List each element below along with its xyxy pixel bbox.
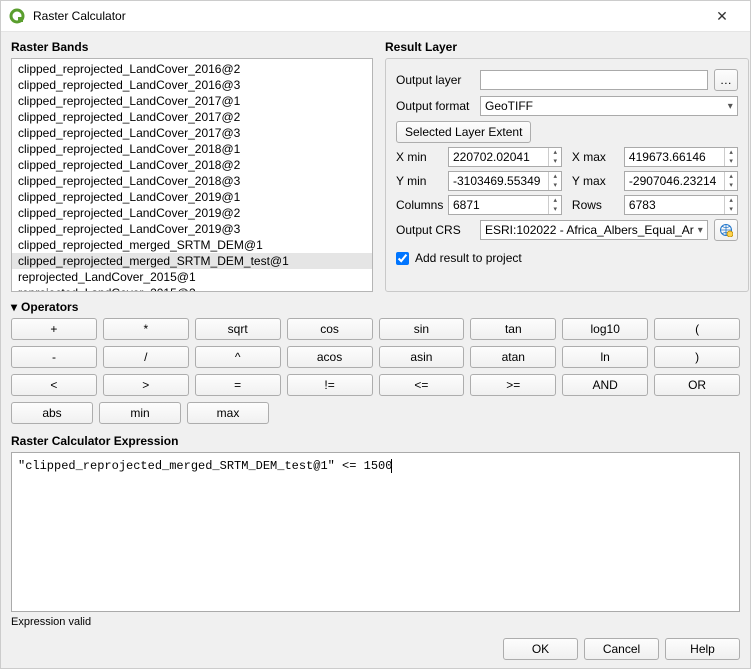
add-result-label[interactable]: Add result to project	[415, 251, 522, 265]
raster-band-item[interactable]: clipped_reprojected_merged_SRTM_DEM@1	[12, 237, 372, 253]
operator-button[interactable]: >=	[470, 374, 556, 396]
output-layer-browse-button[interactable]: …	[714, 69, 738, 91]
operator-button[interactable]: atan	[470, 346, 556, 368]
close-button[interactable]: ✕	[702, 8, 742, 25]
raster-band-item[interactable]: clipped_reprojected_LandCover_2017@1	[12, 93, 372, 109]
ymax-input[interactable]: ▴▾	[624, 171, 738, 191]
qgis-icon	[9, 8, 25, 24]
raster-band-item[interactable]: clipped_reprojected_LandCover_2016@2	[12, 61, 372, 77]
operator-button[interactable]: )	[654, 346, 740, 368]
raster-band-item[interactable]: clipped_reprojected_LandCover_2016@3	[12, 77, 372, 93]
operators-heading: Operators	[21, 300, 78, 314]
raster-bands-list[interactable]: clipped_reprojected_LandCover_2016@2clip…	[11, 58, 373, 292]
operator-button[interactable]: *	[103, 318, 189, 340]
columns-label: Columns	[396, 198, 442, 212]
triangle-down-icon: ▾	[11, 300, 17, 314]
operator-button[interactable]: log10	[562, 318, 648, 340]
raster-band-item[interactable]: clipped_reprojected_LandCover_2019@3	[12, 221, 372, 237]
cancel-button[interactable]: Cancel	[584, 638, 659, 660]
operator-button[interactable]: asin	[379, 346, 465, 368]
output-format-combo[interactable]: GeoTIFF ▾	[480, 96, 738, 116]
raster-band-item[interactable]: clipped_reprojected_LandCover_2018@2	[12, 157, 372, 173]
operator-button[interactable]: !=	[287, 374, 373, 396]
output-crs-value: ESRI:102022 - Africa_Albers_Equal_Ar	[485, 223, 694, 237]
expression-heading: Raster Calculator Expression	[11, 434, 740, 448]
ok-button[interactable]: OK	[503, 638, 578, 660]
operator-button[interactable]: abs	[11, 402, 93, 424]
operator-button[interactable]: /	[103, 346, 189, 368]
raster-band-item[interactable]: clipped_reprojected_LandCover_2018@1	[12, 141, 372, 157]
selected-layer-extent-button[interactable]: Selected Layer Extent	[396, 121, 531, 143]
operator-button[interactable]: min	[99, 402, 181, 424]
operator-button[interactable]: tan	[470, 318, 556, 340]
operator-button[interactable]: <=	[379, 374, 465, 396]
output-crs-label: Output CRS	[396, 223, 474, 237]
output-crs-combo[interactable]: ESRI:102022 - Africa_Albers_Equal_Ar ▾	[480, 220, 708, 240]
xmax-input[interactable]: ▴▾	[624, 147, 738, 167]
raster-band-item[interactable]: clipped_reprojected_LandCover_2019@2	[12, 205, 372, 221]
operator-button[interactable]: ln	[562, 346, 648, 368]
raster-band-item[interactable]: clipped_reprojected_LandCover_2018@3	[12, 173, 372, 189]
ymin-label: Y min	[396, 174, 442, 188]
ymax-label: Y max	[572, 174, 618, 188]
chevron-down-icon: ▾	[698, 225, 703, 236]
rows-input[interactable]: ▴▾	[624, 195, 738, 215]
raster-band-item[interactable]: clipped_reprojected_LandCover_2017@2	[12, 109, 372, 125]
raster-band-item[interactable]: reprojected_LandCover_2015@1	[12, 269, 372, 285]
crs-select-button[interactable]	[714, 219, 738, 241]
operator-button[interactable]: (	[654, 318, 740, 340]
output-format-value: GeoTIFF	[485, 99, 533, 113]
expression-textarea[interactable]: "clipped_reprojected_merged_SRTM_DEM_tes…	[11, 452, 740, 612]
raster-band-item[interactable]: reprojected_LandCover_2015@2	[12, 285, 372, 292]
operator-button[interactable]: -	[11, 346, 97, 368]
output-format-label: Output format	[396, 99, 474, 113]
operator-button[interactable]: sqrt	[195, 318, 281, 340]
window-title: Raster Calculator	[33, 9, 702, 23]
raster-band-item[interactable]: clipped_reprojected_LandCover_2017@3	[12, 125, 372, 141]
operator-button[interactable]: sin	[379, 318, 465, 340]
xmin-input[interactable]: ▴▾	[448, 147, 562, 167]
xmin-label: X min	[396, 150, 442, 164]
chevron-down-icon: ▾	[728, 101, 733, 112]
rows-label: Rows	[572, 198, 618, 212]
operators-toggle[interactable]: ▾ Operators	[11, 300, 740, 314]
titlebar: Raster Calculator ✕	[1, 1, 750, 32]
output-layer-input[interactable]	[480, 70, 708, 90]
operator-button[interactable]: ^	[195, 346, 281, 368]
expression-status: Expression valid	[11, 616, 740, 628]
operator-button[interactable]: acos	[287, 346, 373, 368]
operator-button[interactable]: =	[195, 374, 281, 396]
raster-band-item[interactable]: clipped_reprojected_LandCover_2019@1	[12, 189, 372, 205]
operator-button[interactable]: <	[11, 374, 97, 396]
output-layer-label: Output layer	[396, 73, 474, 87]
operator-button[interactable]: max	[187, 402, 269, 424]
operator-button[interactable]: OR	[654, 374, 740, 396]
operator-button[interactable]: AND	[562, 374, 648, 396]
operator-button[interactable]: cos	[287, 318, 373, 340]
raster-band-item[interactable]: clipped_reprojected_merged_SRTM_DEM_test…	[12, 253, 372, 269]
help-button[interactable]: Help	[665, 638, 740, 660]
columns-input[interactable]: ▴▾	[448, 195, 562, 215]
add-result-checkbox[interactable]	[396, 252, 409, 265]
globe-icon	[719, 223, 733, 237]
operator-button[interactable]: >	[103, 374, 189, 396]
ymin-input[interactable]: ▴▾	[448, 171, 562, 191]
result-layer-heading: Result Layer	[385, 40, 749, 54]
raster-bands-heading: Raster Bands	[11, 40, 373, 54]
operator-button[interactable]: +	[11, 318, 97, 340]
xmax-label: X max	[572, 150, 618, 164]
